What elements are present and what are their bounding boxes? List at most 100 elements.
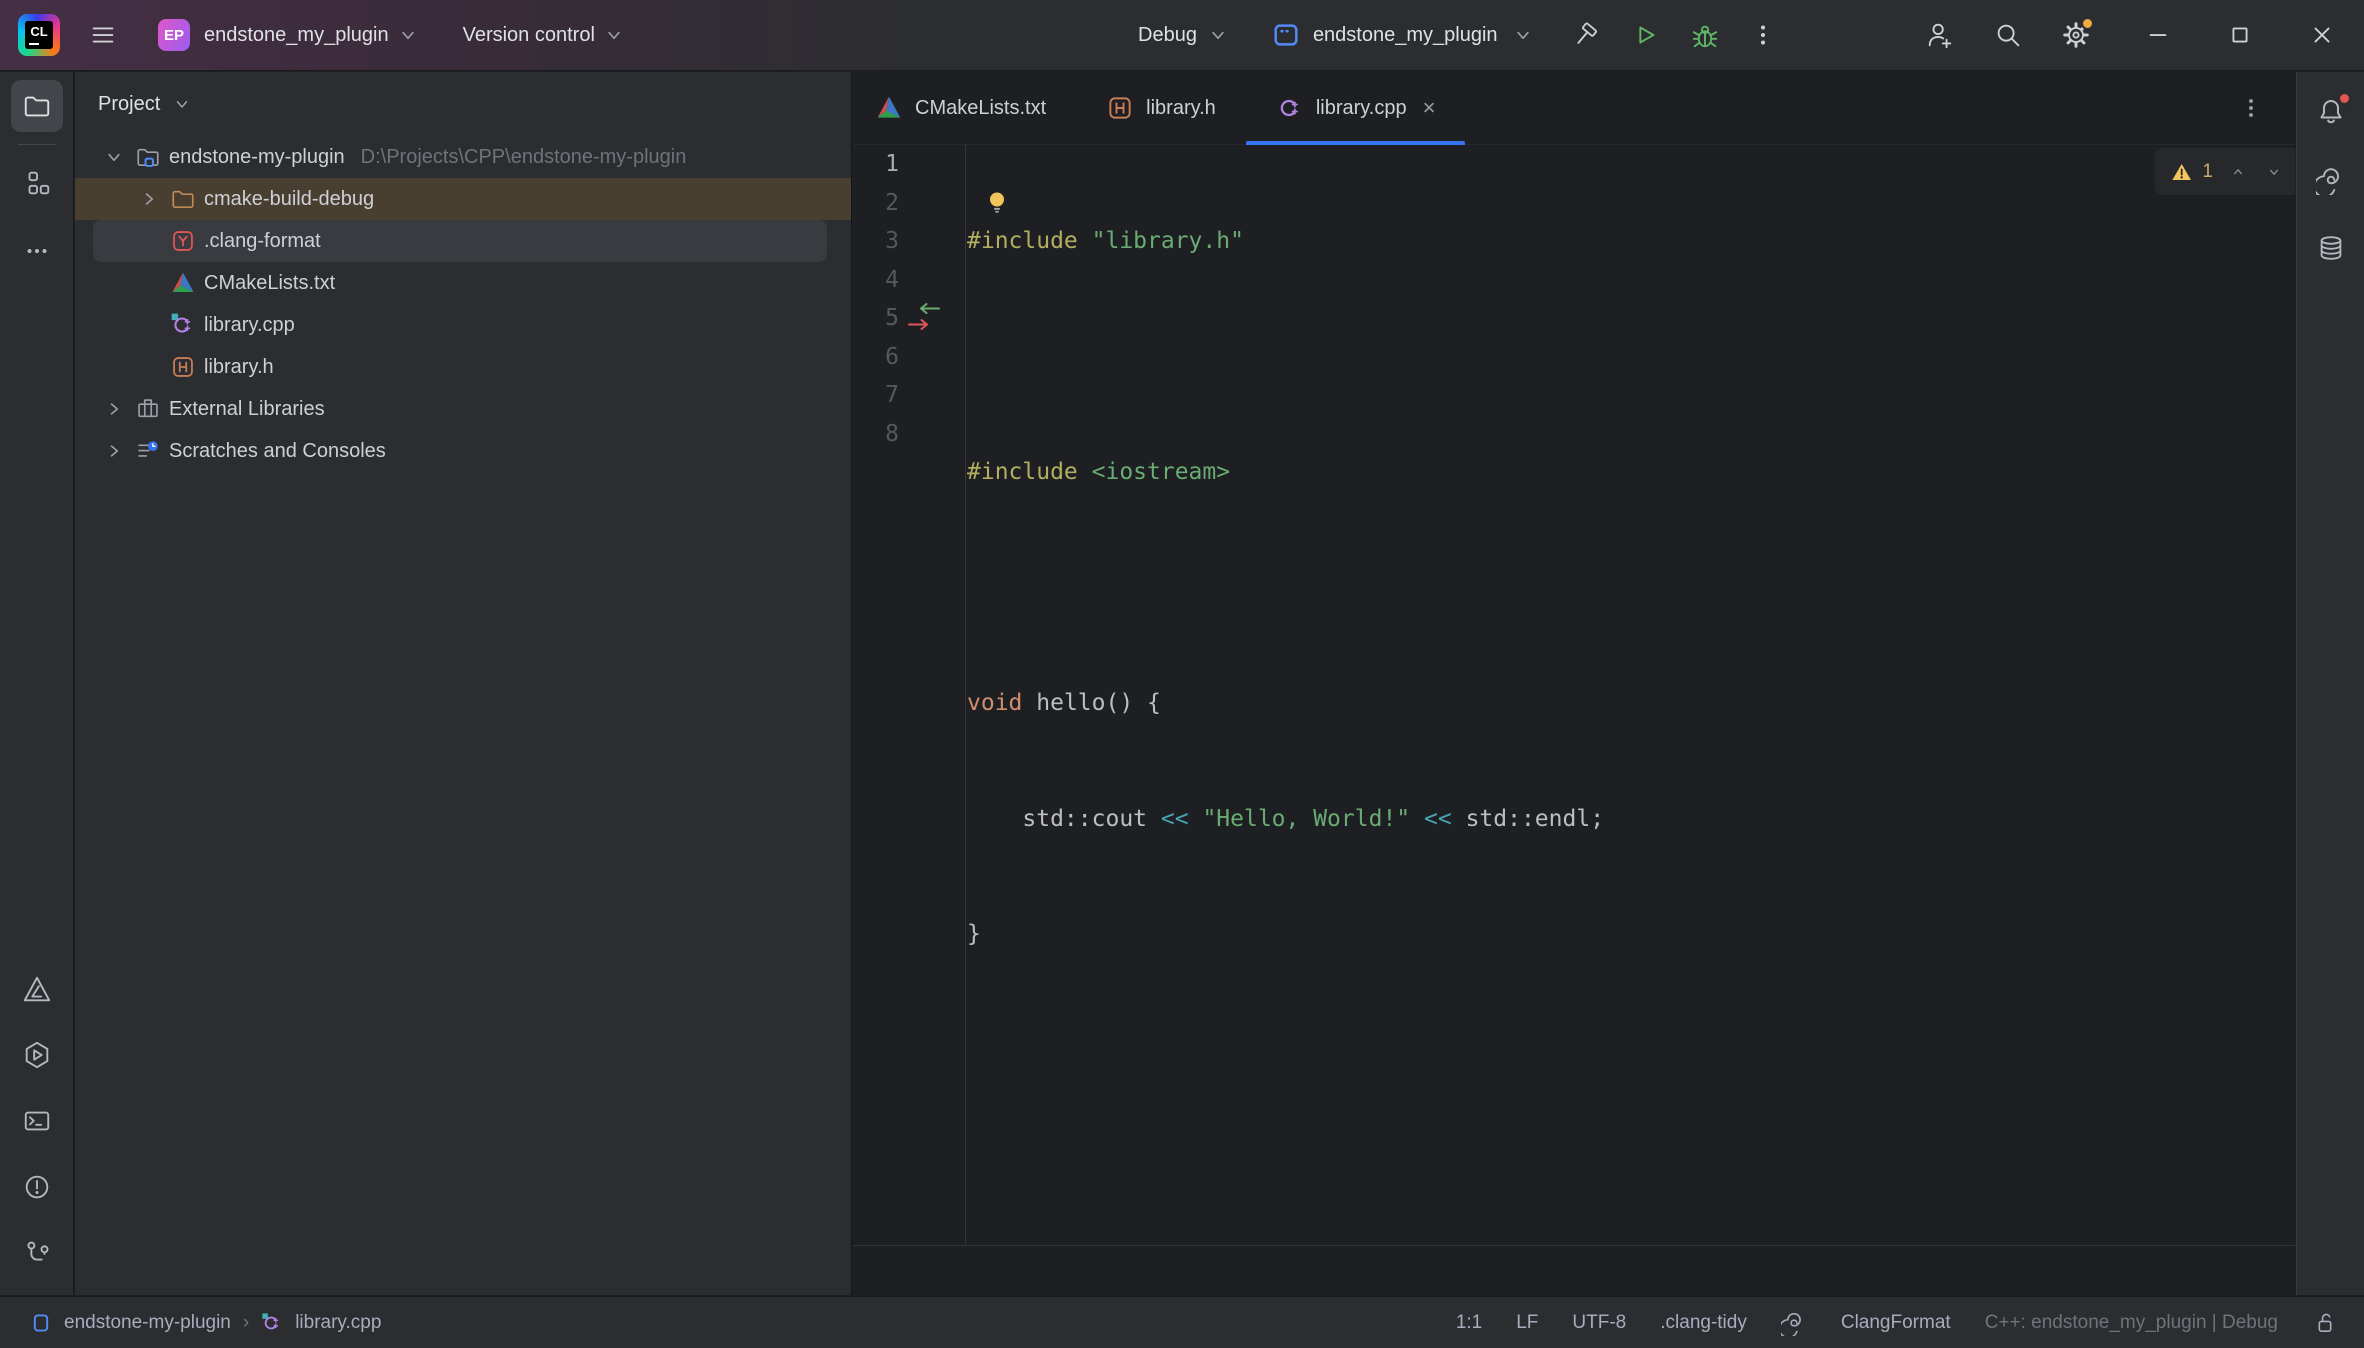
search-icon [1993,20,2023,50]
run-button[interactable] [1630,20,1660,50]
maximize-button[interactable] [2225,20,2255,50]
code-line-4[interactable] [967,569,2295,608]
editor-gutter[interactable]: 12345678 [853,145,965,453]
more-actions-button[interactable] [1748,20,1778,50]
chevron-down-icon[interactable] [101,144,127,170]
close-icon [2307,20,2337,50]
run-config-icon [1271,20,1301,50]
vcs-menu[interactable]: Version control [463,24,595,47]
code-line-5[interactable]: void hello() { [967,684,2295,723]
ai-assistant-button[interactable] [2305,154,2357,206]
more-tool-windows-button[interactable] [11,225,63,277]
tab-close-icon[interactable]: × [1423,97,1436,119]
add-user-icon [1925,20,1955,50]
clang-tidy-widget[interactable]: .clang-tidy [1660,1312,1747,1334]
code-editor[interactable]: 12345678 #include "library.h" #include <… [853,145,2295,1246]
settings-button[interactable] [2061,20,2091,50]
build-button[interactable] [1570,20,1600,50]
breadcrumb-project[interactable]: endstone-my-plugin [64,1312,231,1334]
cmake-file-icon [170,270,196,296]
external-libraries-icon [135,396,161,422]
previous-problem-button[interactable] [2229,161,2247,183]
code-lines[interactable]: #include "library.h" #include <iostream>… [967,145,2295,1146]
project-avatar[interactable]: EP [158,19,190,51]
project-panel-header[interactable]: Project [75,72,851,136]
main-menu-button[interactable] [88,20,118,50]
goto-declaration-arrow-icon[interactable] [913,301,943,316]
clion-window: { "app": { "logo": "CL" }, "titlebar": {… [0,0,2364,1348]
file-encoding[interactable]: UTF-8 [1572,1312,1626,1334]
tree-row-external-libraries[interactable]: External Libraries [75,388,851,430]
problems-tool-button[interactable] [11,1161,63,1213]
services-tool-button[interactable] [11,1029,63,1081]
tree-row-root[interactable]: endstone-my-plugin D:\Projects\CPP\endst… [75,136,851,178]
code-line-6[interactable]: std::cout << "Hello, World!" << std::end… [967,800,2295,839]
caret-position[interactable]: 1:1 [1456,1312,1482,1334]
notification-dot [2338,92,2351,105]
run-configuration-selector[interactable]: endstone_my_plugin [1271,20,1536,50]
chevron-down-icon[interactable] [395,22,421,48]
cpp-file-icon [1276,94,1304,122]
project-tool-button[interactable] [11,80,63,132]
unlock-icon[interactable] [2312,1310,2338,1336]
tab-cmakelists[interactable]: CMakeLists.txt [853,72,1076,144]
editor-pane: CMakeLists.txt library.h library.cpp × 1… [853,72,2295,1295]
cpp-file-icon [261,1312,283,1334]
tree-row-scratches[interactable]: Scratches and Consoles [75,430,851,472]
minimize-button[interactable] [2143,20,2173,50]
version-control-tool-button[interactable] [11,1227,63,1279]
tree-row-clang-format[interactable]: .clang-format [75,220,851,262]
bug-icon [1690,20,1720,50]
editor-tab-bar: CMakeLists.txt library.h library.cpp × [853,72,2295,145]
notifications-button[interactable] [2305,86,2357,138]
chevron-down-icon[interactable] [601,22,627,48]
tree-row-cmakelists[interactable]: CMakeLists.txt [75,262,851,304]
code-line-2[interactable] [967,338,2295,377]
title-bar: CL EP endstone_my_plugin Version control… [0,0,2364,71]
hammer-icon [1570,20,1600,50]
tree-row-library-h[interactable]: library.h [75,346,851,388]
code-line-3[interactable]: #include <iostream> [967,453,2295,492]
run-mode-selector[interactable]: Debug [1138,22,1231,48]
intention-bulb-icon[interactable] [983,189,1011,217]
debug-button[interactable] [1690,20,1720,50]
terminal-tool-button[interactable] [11,1095,63,1147]
tree-row-cmake-build-debug[interactable]: cmake-build-debug [75,178,851,220]
tab-library-cpp[interactable]: library.cpp × [1246,72,1466,144]
chevron-right-icon[interactable] [136,186,162,212]
chevron-right-icon[interactable] [101,396,127,422]
code-line-1[interactable]: #include "library.h" [967,222,2295,261]
code-line-8[interactable] [967,1031,2295,1070]
breadcrumb-file[interactable]: library.cpp [295,1312,381,1334]
search-everywhere-button[interactable] [1993,20,2023,50]
clang-format-widget[interactable]: ClangFormat [1841,1312,1951,1334]
git-branch-icon [22,1238,52,1268]
project-panel-title: Project [98,93,160,116]
cmake-file-icon [875,94,903,122]
code-line-7[interactable]: } [967,915,2295,954]
line-separator[interactable]: LF [1516,1312,1538,1334]
ellipsis-icon [22,236,52,266]
code-with-me-button[interactable] [1925,20,1955,50]
minimize-icon [2143,20,2173,50]
clangd-swirl-icon[interactable] [1781,1310,1807,1336]
chevron-down-icon [1510,22,1536,48]
clion-logo-icon[interactable]: CL [18,14,60,56]
project-name[interactable]: endstone_my_plugin [204,24,389,47]
header-file-icon [1106,94,1134,122]
strip-divider [18,144,56,145]
structure-tool-button[interactable] [11,157,63,209]
inspection-widget[interactable]: 1 [2155,148,2295,195]
tab-options-kebab-icon[interactable] [2237,94,2265,122]
cmake-tool-button[interactable] [11,963,63,1015]
tree-row-library-cpp[interactable]: library.cpp [75,304,851,346]
tab-library-h[interactable]: library.h [1076,72,1246,144]
next-problem-button[interactable] [2265,161,2283,183]
goto-definition-arrow-icon[interactable] [905,317,935,332]
breadcrumb-separator: › [243,1312,249,1334]
project-tree: endstone-my-plugin D:\Projects\CPP\endst… [75,136,851,472]
close-button[interactable] [2307,20,2337,50]
breadcrumb: endstone-my-plugin › library.cpp [30,1312,381,1334]
chevron-right-icon[interactable] [101,438,127,464]
database-button[interactable] [2305,222,2357,274]
